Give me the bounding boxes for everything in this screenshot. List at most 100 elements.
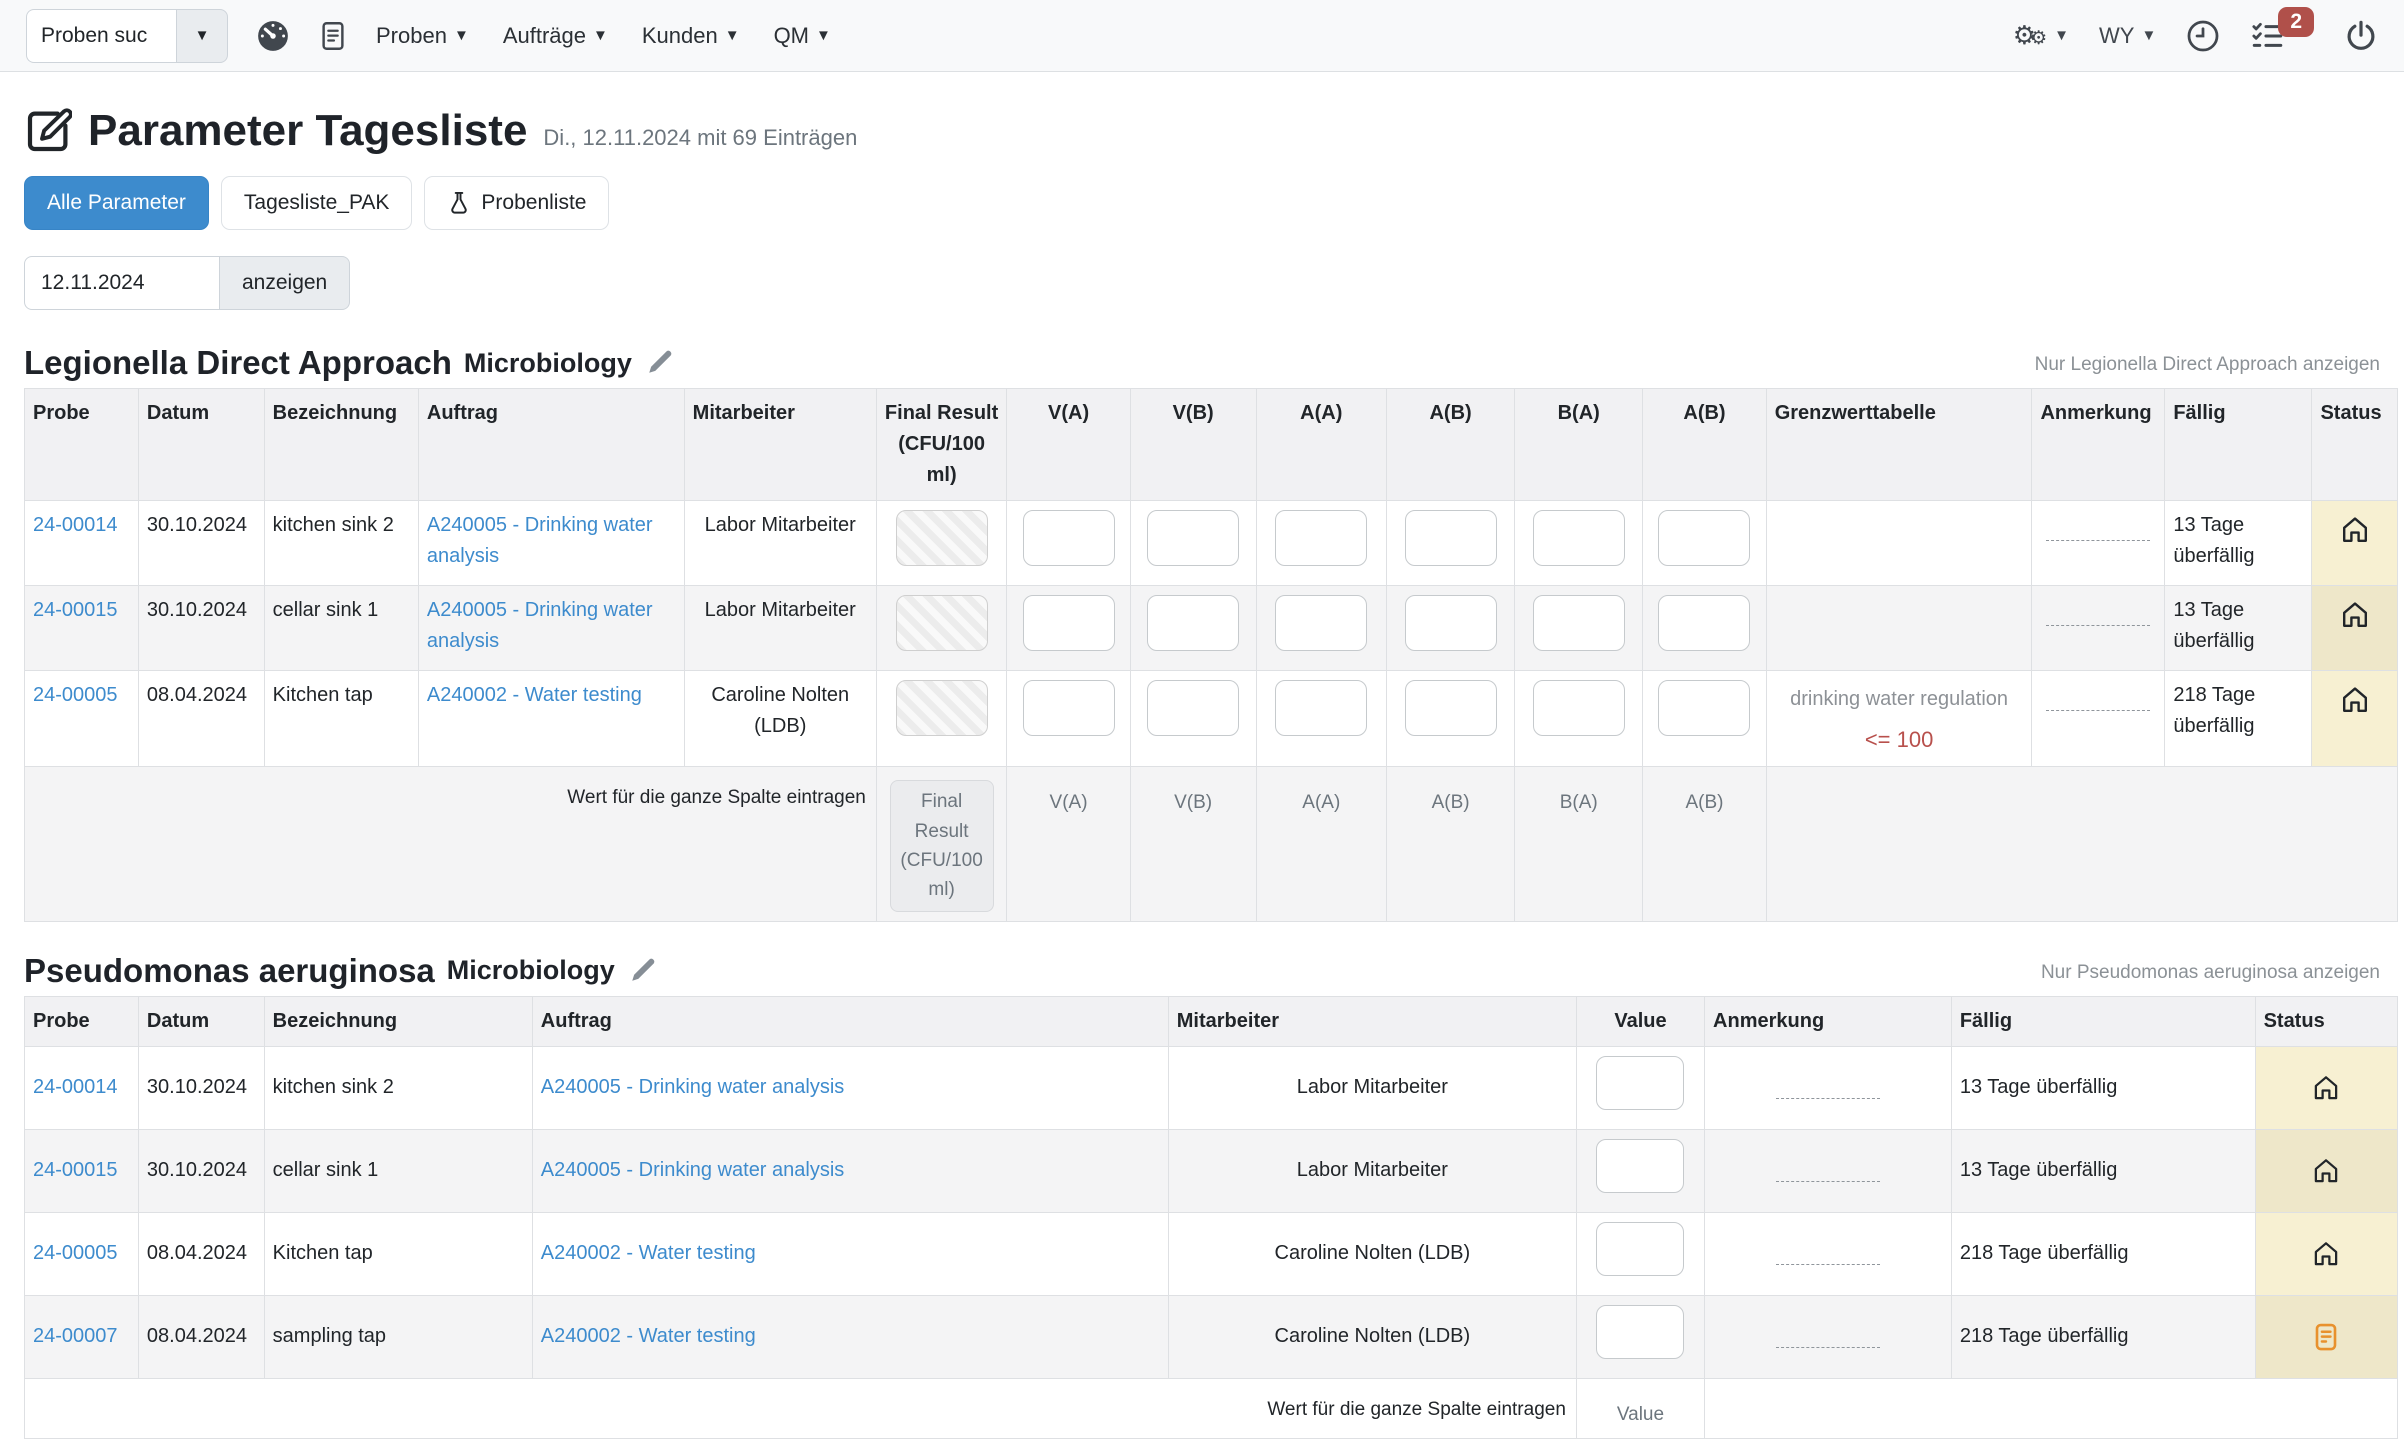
menu-kunden[interactable]: Kunden ▼ [642,23,740,49]
search-input[interactable] [26,9,176,63]
va-input[interactable] [1023,595,1115,651]
probe-link[interactable]: 24-00014 [33,1076,118,1098]
file-text-icon[interactable] [318,19,348,53]
probe-link[interactable]: 24-00005 [33,1242,118,1264]
ab-input[interactable] [1405,510,1497,566]
ba-input[interactable] [1533,680,1625,736]
auftrag-link[interactable]: A240005 - Drinking water analysis [541,1159,845,1181]
value-input[interactable] [1596,1305,1684,1359]
section2-title-text: Pseudomonas aeruginosa [24,952,435,990]
legionella-table: Probe Datum Bezeichnung Auftrag Mitarbei… [24,388,2398,922]
faellig-cell: 218 Tage überfällig [1951,1212,2255,1295]
all-parameters-button[interactable]: Alle Parameter [24,176,209,230]
home-icon[interactable] [2264,1073,2389,1103]
section2-filter-link[interactable]: Nur Pseudomonas aeruginosa anzeigen [2041,962,2380,990]
anmerkung-field[interactable] [2046,625,2150,626]
caret-down-icon: ▼ [593,28,608,43]
tagesliste-pak-button[interactable]: Tagesliste_PAK [221,176,413,230]
settings-menu[interactable]: ⚙⚙ ▼ [2013,20,2069,51]
bezeichnung-cell: kitchen sink 2 [264,1046,532,1129]
fill-aa-button[interactable]: A(A) [1265,788,1379,817]
col-datum: Datum [138,996,264,1046]
tasks-menu[interactable]: 2 [2250,19,2314,53]
pencil-icon[interactable] [644,348,674,378]
mitarbeiter-cell: Caroline Nolten (LDB) [1168,1212,1576,1295]
home-icon[interactable] [2320,599,2389,631]
status-cell [2255,1212,2397,1295]
ba-input[interactable] [1533,510,1625,566]
anmerkung-field[interactable] [1776,1347,1880,1348]
search-dropdown-button[interactable]: ▼ [176,9,228,63]
ab2-input[interactable] [1658,595,1750,651]
home-icon[interactable] [2320,684,2389,716]
table-row: 24-00015 30.10.2024 cellar sink 1 A24000… [25,586,2398,671]
auftrag-link[interactable]: A240005 - Drinking water analysis [541,1076,845,1098]
va-input[interactable] [1023,510,1115,566]
fill-final-result-button[interactable]: Final Result (CFU/100 ml) [890,780,994,912]
user-menu[interactable]: WY ▼ [2099,23,2156,49]
fill-ab2-button[interactable]: A(B) [1651,788,1757,817]
show-button[interactable]: anzeigen [220,256,350,310]
auftrag-link[interactable]: A240002 - Water testing [427,684,642,706]
va-input[interactable] [1023,680,1115,736]
bezeichnung-cell: Kitchen tap [264,671,418,767]
value-input[interactable] [1596,1056,1684,1110]
fill-va-button[interactable]: V(A) [1015,788,1121,817]
journal-text-icon[interactable] [2264,1322,2389,1352]
value-input[interactable] [1596,1139,1684,1193]
ab2-input[interactable] [1658,510,1750,566]
probe-link[interactable]: 24-00014 [33,514,118,536]
fill-ba-button[interactable]: B(A) [1523,788,1634,817]
menu-auftraege[interactable]: Aufträge ▼ [503,23,608,49]
auftrag-link[interactable]: A240002 - Water testing [541,1325,756,1347]
vb-input[interactable] [1147,680,1239,736]
anmerkung-field[interactable] [2046,710,2150,711]
menu-proben[interactable]: Proben ▼ [376,23,469,49]
tagesliste-pak-label: Tagesliste_PAK [244,191,390,215]
pencil-icon[interactable] [627,956,657,986]
fill-value-button[interactable]: Value [1585,1400,1696,1429]
fill-ab-button[interactable]: A(B) [1395,788,1506,817]
status-cell [2312,501,2398,586]
home-icon[interactable] [2320,514,2389,546]
probe-link[interactable]: 24-00005 [33,684,118,706]
datum-cell: 30.10.2024 [138,586,264,671]
table-row: 24-00005 08.04.2024 Kitchen tap A240002 … [25,671,2398,767]
vb-input[interactable] [1147,510,1239,566]
anmerkung-field[interactable] [1776,1181,1880,1182]
page-title: Parameter Tagesliste [88,106,527,156]
final-result-disabled-input [896,680,988,736]
section1-filter-link[interactable]: Nur Legionella Direct Approach anzeigen [2035,354,2380,382]
date-input[interactable] [24,256,220,310]
power-icon[interactable] [2344,19,2378,53]
col-mitarbeiter: Mitarbeiter [684,389,876,501]
probe-link[interactable]: 24-00015 [33,1159,118,1181]
anmerkung-field[interactable] [2046,540,2150,541]
menu-qm[interactable]: QM ▼ [774,23,831,49]
home-icon[interactable] [2264,1156,2389,1186]
vb-input[interactable] [1147,595,1239,651]
auftrag-link[interactable]: A240002 - Water testing [541,1242,756,1264]
probenliste-button[interactable]: Probenliste [424,176,609,230]
aa-input[interactable] [1275,595,1367,651]
value-input[interactable] [1596,1222,1684,1276]
speedometer-icon[interactable] [256,19,290,53]
auftrag-link[interactable]: A240005 - Drinking water analysis [427,599,653,652]
datum-cell: 30.10.2024 [138,1046,264,1129]
aa-input[interactable] [1275,510,1367,566]
clock-icon[interactable] [2186,19,2220,53]
probe-link[interactable]: 24-00007 [33,1325,118,1347]
ab2-input[interactable] [1658,680,1750,736]
ab-input[interactable] [1405,680,1497,736]
probe-link[interactable]: 24-00015 [33,599,118,621]
ab-input[interactable] [1405,595,1497,651]
fill-vb-button[interactable]: V(B) [1139,788,1248,817]
mitarbeiter-cell: Labor Mitarbeiter [1168,1129,1576,1212]
ba-input[interactable] [1533,595,1625,651]
sample-search-group: ▼ [26,9,228,63]
home-icon[interactable] [2264,1239,2389,1269]
auftrag-link[interactable]: A240005 - Drinking water analysis [427,514,653,567]
aa-input[interactable] [1275,680,1367,736]
anmerkung-field[interactable] [1776,1264,1880,1265]
anmerkung-field[interactable] [1776,1098,1880,1099]
